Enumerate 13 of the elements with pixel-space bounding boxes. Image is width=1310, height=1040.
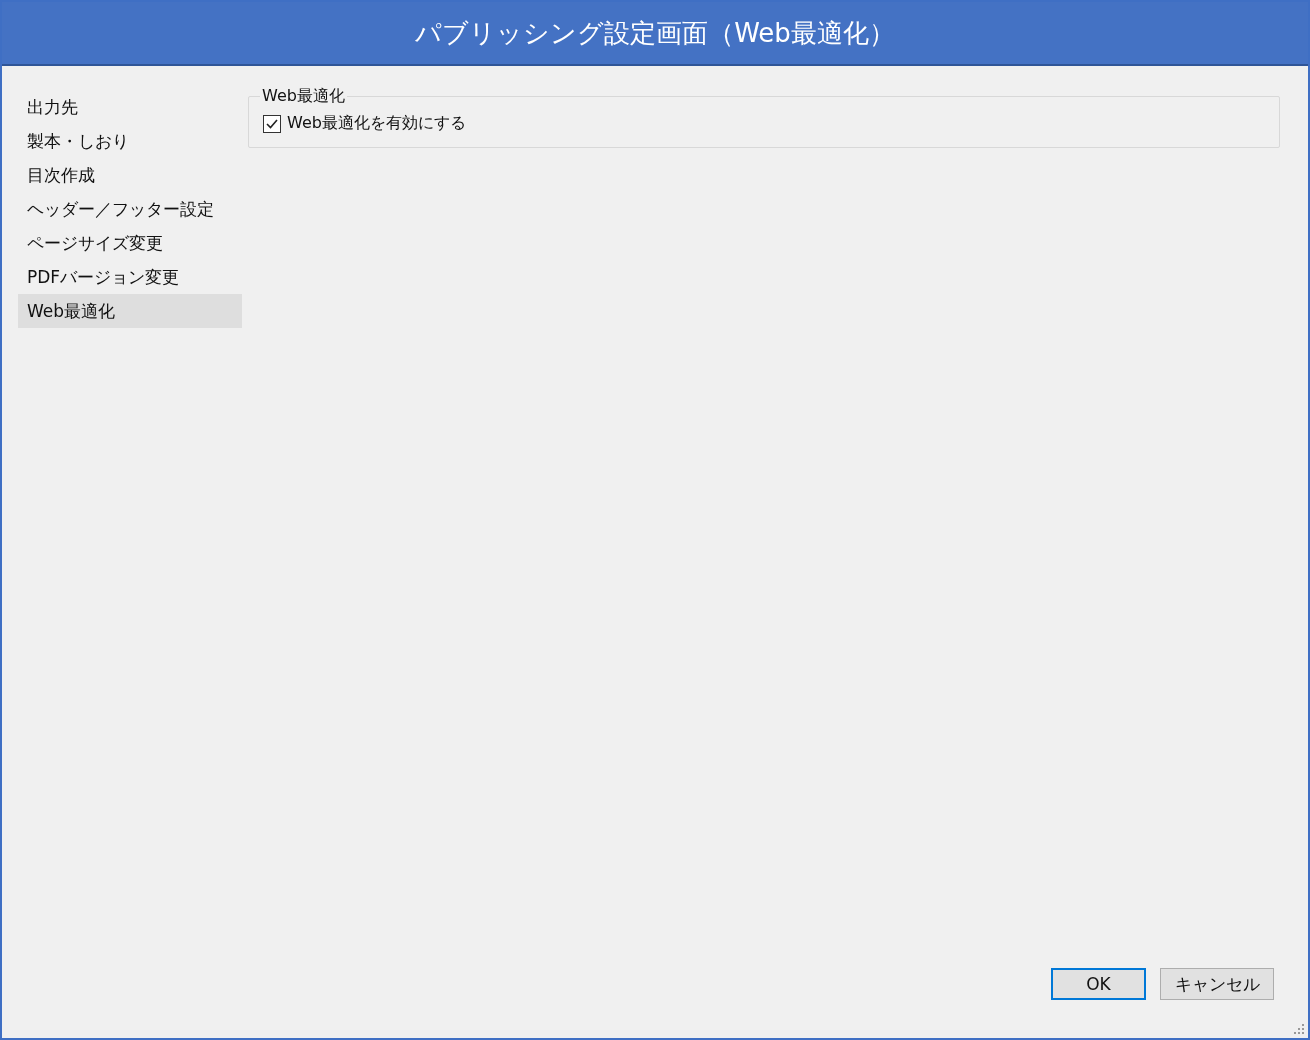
sidebar-item[interactable]: ヘッダー／フッター設定 [18,192,242,226]
dialog-button[interactable]: OK [1051,968,1146,1000]
group-title: Web最適化 [261,86,346,107]
sidebar-item[interactable]: 製本・しおり [18,124,242,158]
resize-grip-icon[interactable] [1293,1023,1305,1035]
dialog-button[interactable]: キャンセル [1160,968,1274,1000]
checkbox-icon[interactable] [263,114,281,133]
sidebar-item[interactable]: PDFバージョン変更 [18,260,242,294]
window-title: パブリッシング設定画面（Web最適化） [2,2,1308,66]
sidebar-item[interactable]: 出力先 [18,90,242,124]
sidebar-item[interactable]: 目次作成 [18,158,242,192]
sidebar-item[interactable]: ページサイズ変更 [18,226,242,260]
sidebar-item[interactable]: Web最適化 [18,294,242,328]
